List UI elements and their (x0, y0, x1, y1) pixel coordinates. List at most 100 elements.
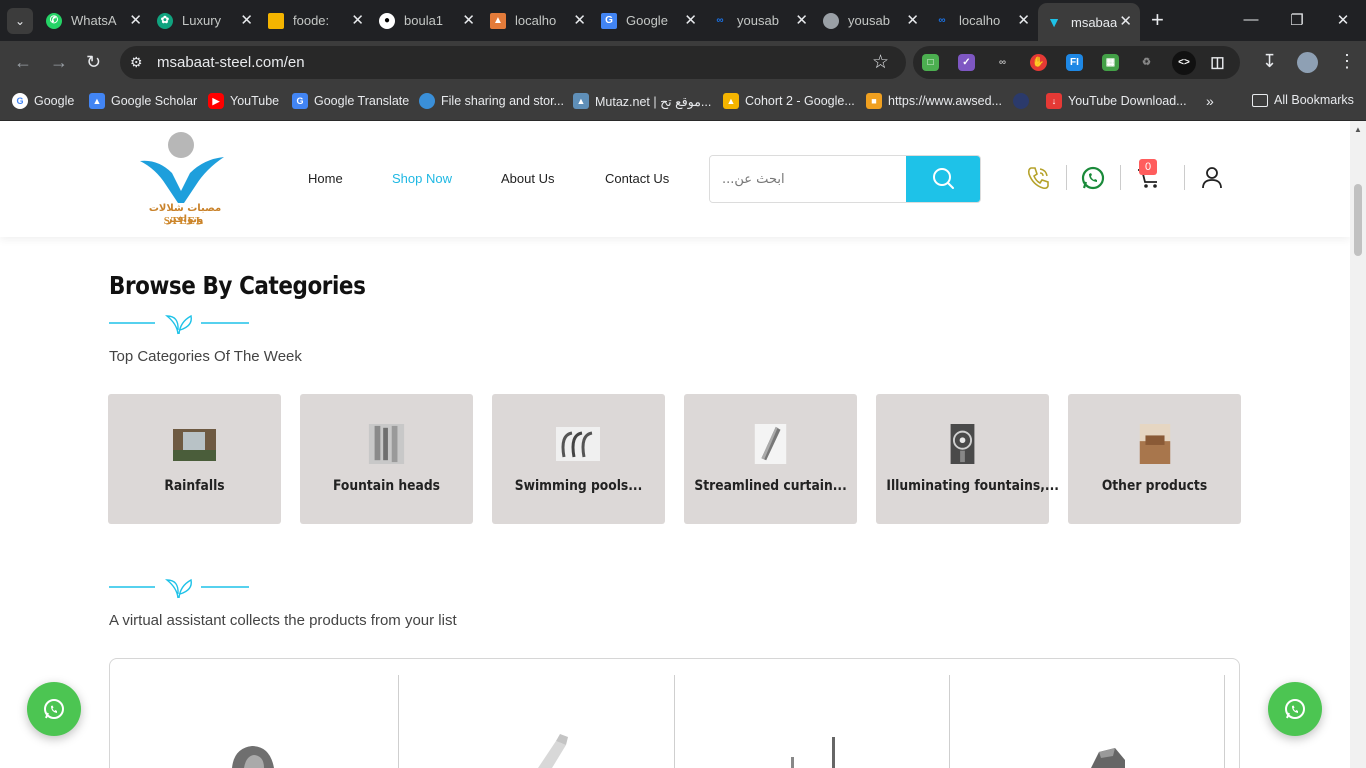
section-title: Browse By Categories (109, 271, 366, 300)
tab-yousab-2[interactable]: yousab ✕ (823, 5, 923, 36)
nav-home[interactable]: Home (308, 171, 343, 186)
tab-whatsapp[interactable]: ✆ WhatsA ✕ (46, 5, 146, 36)
whatsapp-icon[interactable] (1080, 165, 1106, 196)
close-icon[interactable]: ✕ (795, 11, 808, 29)
page-scrollbar[interactable]: ▲ (1350, 121, 1366, 768)
url-text[interactable]: msabaat-steel.com/en (157, 54, 305, 71)
extension-check-icon[interactable]: ✓ (958, 54, 975, 71)
close-icon[interactable]: ✕ (351, 11, 364, 29)
all-bookmarks[interactable]: All Bookmarks (1252, 93, 1354, 107)
extension-fi-icon[interactable]: FI (1066, 54, 1083, 71)
site-logo[interactable]: مصبات شلالات ونوافير STEEL (138, 129, 230, 229)
bookmark-translate[interactable]: G Google Translate (292, 93, 409, 109)
extension-code-icon[interactable]: <> (1172, 51, 1196, 75)
close-icon[interactable]: ✕ (1017, 11, 1030, 29)
category-label: Swimming pools... (514, 478, 643, 494)
nav-about-us[interactable]: About Us (501, 171, 554, 186)
extension-recycle-icon[interactable]: ♻ (1138, 54, 1155, 71)
tab-title: yousab (848, 13, 890, 28)
link-icon: ∞ (716, 14, 724, 26)
address-bar[interactable]: ⚙ msabaat-steel.com/en ☆ (120, 46, 906, 79)
close-icon[interactable]: ✕ (240, 11, 253, 29)
leaf-icon (109, 314, 249, 335)
bookmark-circle[interactable] (1013, 93, 1035, 109)
tab-github[interactable]: ● boula1 ✕ (379, 5, 479, 36)
bookmark-youtube[interactable]: ▶ YouTube (208, 93, 279, 109)
extension-sheets-icon[interactable]: ▦ (1102, 54, 1119, 71)
bookmark-mutaz[interactable]: ▲ Mutaz.net | موقع تح... (573, 93, 711, 109)
extension-green-icon[interactable]: □ (922, 54, 939, 71)
close-icon[interactable]: ✕ (129, 11, 142, 29)
user-account-icon[interactable] (1200, 165, 1224, 196)
back-button[interactable]: ← (14, 53, 32, 71)
category-card-other-products[interactable]: Other products (1068, 394, 1241, 524)
tab-title: localho (515, 13, 557, 28)
extensions-puzzle-icon[interactable]: ◫ (1209, 54, 1226, 71)
phone-icon[interactable] (1025, 165, 1051, 196)
extension-hand-icon[interactable]: ✋ (1030, 54, 1047, 71)
tab-yousab-1[interactable]: ∞ yousab ✕ (712, 5, 812, 36)
bookmark-label: File sharing and stor... (441, 94, 564, 108)
site-info-icon[interactable]: ⚙ (130, 54, 143, 71)
more-bookmarks-chevron-icon[interactable]: » (1206, 93, 1214, 109)
header-separator (1120, 165, 1121, 190)
bookmark-youtube-download[interactable]: ↓ YouTube Download... (1046, 93, 1187, 109)
scroll-up-arrow-icon[interactable]: ▲ (1354, 125, 1362, 134)
product-column-separator (398, 675, 399, 768)
bookmark-awsed[interactable]: ■ https://www.awsed... (866, 93, 1002, 109)
search-button[interactable] (906, 156, 980, 202)
minimize-button[interactable]: — (1241, 11, 1261, 28)
bookmark-file-sharing[interactable]: File sharing and stor... (419, 93, 564, 109)
product-image-1[interactable] (230, 726, 310, 768)
bookmark-cohort[interactable]: ▲ Cohort 2 - Google... (723, 93, 855, 109)
tab-search-button[interactable]: ⌄ (7, 8, 33, 34)
tab-localhost-1[interactable]: ▲ localho ✕ (490, 5, 590, 36)
bookmark-label: Google Translate (314, 94, 410, 108)
profile-avatar[interactable] (1297, 52, 1318, 73)
close-icon[interactable]: ✕ (906, 11, 919, 29)
downloads-icon[interactable]: ↧ (1262, 51, 1277, 72)
category-card-fountain-heads[interactable]: Fountain heads (300, 394, 473, 524)
nav-shop-now[interactable]: Shop Now (392, 171, 452, 186)
tab-luxury[interactable]: ✿ Luxury ✕ (157, 5, 257, 36)
bookmark-star-icon[interactable]: ☆ (872, 51, 889, 74)
close-icon[interactable]: ✕ (573, 11, 586, 29)
header-separator (1184, 165, 1185, 190)
product-image-2[interactable] (512, 733, 572, 768)
close-icon[interactable]: ✕ (1119, 12, 1132, 30)
reload-button[interactable]: ↻ (86, 53, 101, 71)
translate-icon: G (292, 93, 308, 109)
bookmark-google[interactable]: G Google (12, 93, 74, 109)
rainfalls-image (173, 429, 216, 461)
other-products-image (1139, 424, 1171, 464)
whatsapp-icon (1285, 699, 1305, 719)
search-input[interactable] (710, 156, 906, 202)
window-close-button[interactable]: ✕ (1333, 11, 1353, 29)
tab-foode[interactable]: foode: ✕ (268, 5, 368, 36)
product-image-3[interactable] (785, 737, 845, 768)
nav-contact-us[interactable]: Contact Us (605, 171, 669, 186)
product-image-4[interactable] (1085, 738, 1135, 768)
menu-kebab-icon[interactable]: ⋮ (1338, 51, 1356, 72)
floating-whatsapp-button-right[interactable] (1268, 682, 1322, 736)
youtube-icon: ▶ (208, 93, 224, 109)
forward-button[interactable]: → (50, 53, 68, 71)
tab-localhost-2[interactable]: ∞ localho ✕ (934, 5, 1034, 36)
bookmark-scholar[interactable]: ▲ Google Scholar (89, 93, 197, 109)
scrollbar-thumb[interactable] (1354, 184, 1362, 256)
floating-whatsapp-button-left[interactable] (27, 682, 81, 736)
tab-msabaat[interactable]: ▼ msabaa ✕ (1038, 3, 1140, 41)
category-card-streamlined-curtain[interactable]: Streamlined curtain... (684, 394, 857, 524)
tab-title: msabaa (1071, 14, 1117, 30)
category-card-swimming-pools[interactable]: Swimming pools... (492, 394, 665, 524)
close-icon[interactable]: ✕ (684, 11, 697, 29)
extension-link-icon[interactable]: ∞ (994, 54, 1011, 71)
close-icon[interactable]: ✕ (462, 11, 475, 29)
tab-google-translate[interactable]: G Google ✕ (601, 5, 701, 36)
category-card-rainfalls[interactable]: Rainfalls (108, 394, 281, 524)
box-icon: ■ (866, 93, 882, 109)
restore-button[interactable]: ❐ (1287, 11, 1307, 29)
new-tab-button[interactable]: + (1151, 9, 1164, 31)
site-header: مصبات شلالات ونوافير STEEL Home Shop Now… (0, 121, 1350, 237)
category-card-illuminating-fountains[interactable]: Illuminating fountains,... (876, 394, 1059, 524)
